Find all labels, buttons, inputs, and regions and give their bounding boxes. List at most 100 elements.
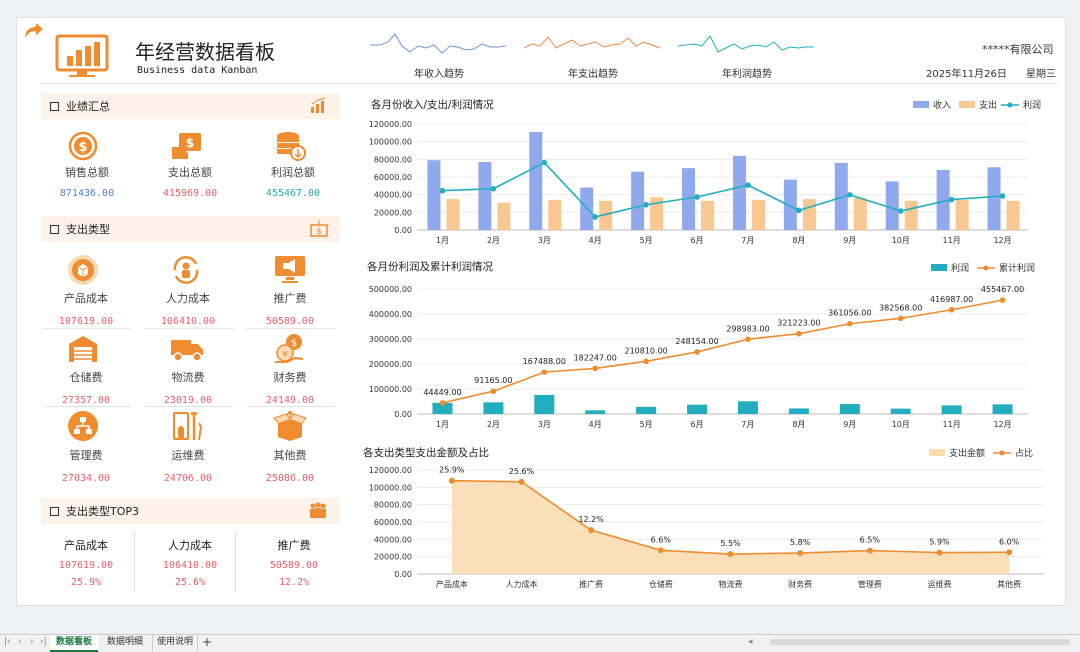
expense-bar [853,198,867,230]
tab-instructions[interactable]: 使用说明 [152,635,198,650]
top3-value: 106410.00 [162,560,218,571]
y-tick-label: 100000.00 [369,483,412,492]
data-label: 416987.00 [930,295,973,304]
legend-label: 支出金额 [949,449,986,459]
org-chart-icon [68,411,98,441]
profit-point [490,185,497,192]
cumulative-profit-point [745,336,751,343]
profit-point [999,193,1006,199]
y-tick-label: 300000.00 [369,335,412,344]
kpi-profit-total: 利润总额 455467.00 [245,164,341,199]
profit-bar [788,408,809,414]
cumulative-profit-point [643,358,649,365]
kpi-expense-total: 支出总额 415969.00 [142,164,238,199]
top3-percent: 25.6% [174,577,206,588]
weekday-text: 星期三 [1026,69,1056,80]
expense-value: 24706.00 [163,473,213,484]
profit-line [442,161,1003,218]
finance-coins-icon: $ ¥ [275,334,304,363]
coin-stack-icon [277,132,306,161]
divider [43,328,131,329]
people-group-icon [310,502,326,518]
expense-value: 107619.00 [58,316,114,327]
cumulative-profit-point [897,315,904,322]
tab-data-detail[interactable]: 数据明细 [104,635,146,650]
expense-value: 27034.00 [61,473,111,484]
data-label: 91165.00 [474,376,512,385]
y-tick-label: 80000.00 [374,501,412,510]
income-bar [987,167,1001,230]
expense-ratio-point [797,550,804,557]
chart1-legend: 收入 支出 利润 [913,98,1041,111]
warehouse-icon [69,336,97,362]
add-sheet-icon[interactable]: + [202,635,212,650]
expense-ratio-point [936,549,943,556]
profit-bar [941,405,962,414]
legend-line-swatch [993,450,1012,455]
expense-other-cost: 其他费 25086.00 [244,443,336,484]
profit-bar [890,408,911,414]
income-bar [631,171,645,230]
x-tick-label: 物流费 [719,579,743,589]
tab-scroll-last-icon[interactable]: ›| [40,635,47,650]
tools-icon [173,411,203,441]
chart2-legend: 利润 累计利润 [931,261,1035,274]
y-tick-label: 0.00 [394,226,412,235]
cumulative-profit-point [999,297,1006,303]
expense-bar [548,199,562,230]
divider [247,328,335,329]
tab-dashboard[interactable]: 数据看板 [50,635,98,652]
money-box-icon: $ [310,220,328,237]
data-label: 248154.00 [675,337,718,346]
data-label: 5.8% [790,538,811,547]
legend-swatch [929,449,945,456]
x-tick-label: 2月 [487,420,500,429]
profit-trend-label: 年利润趋势 [722,69,772,80]
top3-item-3: 推广费 50589.00 12.2% [248,537,340,588]
chart2-monthly-profit-cumulative: 0.00 100000.00 200000.00 300000.00 400000.00… [369,285,1028,429]
profit-bar [636,406,657,414]
kpi-sales-total: 销售总额 871436.00 [39,164,135,199]
data-label: 182247.00 [574,353,617,362]
hscroll-left-icon[interactable]: ◂ [748,635,753,650]
section-summary-title: 业绩汇总 [66,100,110,113]
kpi-sales-label: 销售总额 [65,166,109,179]
y-tick-label: 120000.00 [369,466,412,475]
y-tick-label: 0.00 [394,570,412,579]
x-tick-label: 6月 [690,236,703,245]
profit-bar [992,404,1013,414]
y-tick-label: 120000.00 [369,120,412,129]
expense-label: 仓储费 [69,371,103,384]
x-tick-label: 5月 [640,420,653,429]
x-tick-label: 11月 [943,420,961,429]
expense-bar [751,199,765,230]
kpi-profit-label: 利润总额 [271,166,315,179]
data-label: 5.9% [929,538,950,547]
share-arrow-icon[interactable] [22,22,44,40]
x-tick-label: 6月 [690,420,703,429]
data-label: 6.5% [860,536,881,545]
expense-bar [904,200,918,230]
profit-bar [585,410,606,414]
profit-point [541,159,548,166]
open-box-icon [273,410,307,441]
dollar-coin-icon: $ [68,131,98,161]
cumulative-profit-point [490,388,497,395]
divider [43,406,131,407]
x-tick-label: 4月 [589,236,602,245]
expense-ratio-point [518,478,525,485]
expense-bar [446,199,460,230]
chart3-expense-type-amount-ratio: 0.00 20000.00 40000.00 60000.00 80000.00 1000… [369,466,1044,589]
tab-scroll-prev-icon[interactable]: ‹ [18,635,22,650]
data-label: 167488.00 [523,357,566,366]
tab-scroll-next-icon[interactable]: › [30,635,34,650]
legend-label: 占比 [1015,449,1034,459]
profit-point [948,196,955,203]
expense-ratio-point [1006,549,1013,556]
y-tick-label: 60000.00 [374,518,412,527]
top3-percent: 12.2% [278,577,310,588]
chart3-title: 各支出类型支出金额及占比 [363,447,489,459]
tab-scroll-first-icon[interactable]: |‹ [4,635,11,650]
x-tick-label: 1月 [436,420,449,429]
horizontal-scrollbar[interactable] [770,639,1070,645]
